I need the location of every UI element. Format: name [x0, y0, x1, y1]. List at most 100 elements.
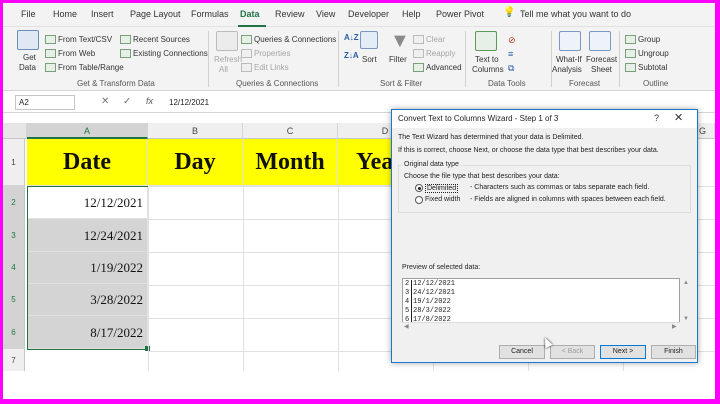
- menu-help[interactable]: Help: [402, 9, 421, 19]
- row-header-7[interactable]: 7: [3, 349, 25, 373]
- scroll-down-icon[interactable]: ▼: [683, 316, 689, 322]
- cancel-button[interactable]: Cancel: [499, 345, 545, 359]
- existing-connections-button[interactable]: Existing Connections: [120, 49, 208, 59]
- column-header-a[interactable]: A: [27, 123, 148, 139]
- confirm-entry-icon[interactable]: ✓: [123, 96, 131, 107]
- row-header-2[interactable]: 2: [3, 186, 25, 219]
- what-if-icon[interactable]: [559, 31, 581, 51]
- scroll-left-icon[interactable]: ◀: [404, 323, 409, 330]
- edit-links-button[interactable]: Edit Links: [241, 63, 289, 73]
- what-if-label-2[interactable]: Analysis: [552, 65, 582, 75]
- menu-formulas[interactable]: Formulas: [191, 9, 229, 19]
- menu-page-layout[interactable]: Page Layout: [130, 9, 181, 19]
- menu-file[interactable]: File: [21, 9, 36, 19]
- properties-icon: [241, 49, 252, 58]
- cell-c1[interactable]: Month: [243, 139, 338, 186]
- menu-developer[interactable]: Developer: [348, 9, 389, 19]
- refresh-icon[interactable]: [216, 31, 238, 51]
- reapply-icon: [413, 49, 424, 58]
- cell-b1[interactable]: Day: [148, 139, 243, 186]
- group-button[interactable]: Group: [625, 35, 660, 45]
- column-header-b[interactable]: B: [148, 123, 243, 139]
- row-header-4[interactable]: 4: [3, 252, 25, 284]
- clear-button[interactable]: Clear: [413, 35, 445, 45]
- select-all-corner[interactable]: [3, 123, 27, 139]
- close-button[interactable]: ✕: [674, 111, 683, 124]
- get-data-icon[interactable]: [17, 30, 39, 50]
- menu-review[interactable]: Review: [275, 9, 305, 19]
- forecast-sheet-label-2[interactable]: Sheet: [591, 65, 612, 75]
- menu-home[interactable]: Home: [53, 9, 77, 19]
- delimited-label[interactable]: Delimited: [425, 184, 459, 193]
- get-data-label-1[interactable]: Get: [23, 53, 36, 63]
- subtotal-button[interactable]: Subtotal: [625, 63, 667, 73]
- cell-a1[interactable]: Date: [27, 139, 148, 186]
- forecast-sheet-label-1[interactable]: Forecast: [586, 55, 617, 65]
- intro-line-2: If this is correct, choose Next, or choo…: [398, 147, 659, 154]
- name-box[interactable]: A2: [15, 95, 75, 110]
- next-button[interactable]: Next >: [600, 345, 646, 359]
- text-to-columns-dialog: Convert Text to Columns Wizard - Step 1 …: [391, 109, 698, 363]
- remove-duplicates-icon[interactable]: ≡: [508, 49, 513, 59]
- refresh-label-1[interactable]: Refresh: [214, 55, 242, 65]
- sort-icon[interactable]: [360, 31, 378, 49]
- text-to-columns-icon[interactable]: [475, 31, 497, 51]
- subtotal-icon: [625, 63, 636, 72]
- sort-za-icon[interactable]: Z↓A: [344, 51, 359, 61]
- funnel-icon[interactable]: ▼: [390, 31, 410, 51]
- row-header-1[interactable]: 1: [3, 139, 25, 186]
- table-icon: [45, 63, 56, 72]
- insert-function-icon[interactable]: fx: [146, 96, 153, 106]
- clear-filter-icon: [413, 35, 424, 44]
- text-to-columns-label-1[interactable]: Text to: [475, 55, 499, 65]
- finish-button[interactable]: Finish: [651, 345, 696, 359]
- text-to-columns-label-2[interactable]: Columns: [472, 65, 504, 75]
- choose-type-label: Choose the file type that best describes…: [404, 173, 560, 180]
- group-label-queries: Queries & Connections: [236, 79, 319, 88]
- row-header-5[interactable]: 5: [3, 284, 25, 316]
- fixed-width-label[interactable]: Fixed width: [425, 196, 460, 203]
- row-header-6[interactable]: 6: [3, 316, 25, 349]
- from-table-range-button[interactable]: From Table/Range: [45, 63, 124, 73]
- row-header-3[interactable]: 3: [3, 219, 25, 252]
- what-if-label-1[interactable]: What-If: [556, 55, 582, 65]
- sheet-tab-area: [3, 371, 715, 399]
- reapply-button[interactable]: Reapply: [413, 49, 455, 59]
- data-validation-icon[interactable]: ⊘: [508, 35, 516, 45]
- formula-input[interactable]: [165, 95, 395, 110]
- scroll-up-icon[interactable]: ▲: [683, 280, 689, 286]
- sort-button[interactable]: Sort: [362, 55, 377, 65]
- radio-delimited[interactable]: [415, 184, 423, 192]
- original-data-type-label: Original data type: [402, 161, 461, 168]
- group-label-sort-filter: Sort & Filter: [380, 79, 423, 88]
- menu-power-pivot[interactable]: Power Pivot: [436, 9, 484, 19]
- menu-insert[interactable]: Insert: [91, 9, 114, 19]
- refresh-label-2[interactable]: All: [219, 65, 228, 75]
- help-button[interactable]: ?: [654, 113, 659, 123]
- forecast-chart-icon[interactable]: [589, 31, 611, 51]
- sort-az-icon[interactable]: A↓Z: [344, 33, 359, 43]
- cancel-entry-icon[interactable]: ✕: [101, 96, 109, 107]
- relationships-icon[interactable]: ⧉: [508, 63, 514, 73]
- back-button[interactable]: < Back: [550, 345, 595, 359]
- properties-button[interactable]: Properties: [241, 49, 290, 59]
- get-data-label-2[interactable]: Data: [19, 63, 36, 73]
- radio-fixed-width[interactable]: [415, 196, 423, 204]
- preview-row: 2 12/12/2021: [405, 280, 456, 289]
- ungroup-button[interactable]: Ungroup: [625, 49, 669, 59]
- delimited-description: - Characters such as commas or tabs sepa…: [470, 184, 650, 191]
- tell-me-search[interactable]: Tell me what you want to do: [520, 9, 631, 19]
- ribbon-separator: [338, 31, 339, 87]
- ribbon-separator: [619, 31, 620, 87]
- recent-sources-button[interactable]: Recent Sources: [120, 35, 190, 45]
- filter-button[interactable]: Filter: [389, 55, 407, 65]
- preview-horizontal-scrollbar[interactable]: ◀ ▶: [402, 322, 680, 330]
- advanced-button[interactable]: Advanced: [413, 63, 462, 73]
- from-text-csv-button[interactable]: From Text/CSV: [45, 35, 112, 45]
- menu-data[interactable]: Data: [240, 9, 260, 19]
- menu-view[interactable]: View: [316, 9, 335, 19]
- queries-connections-button[interactable]: Queries & Connections: [241, 35, 336, 45]
- column-header-c[interactable]: C: [243, 123, 338, 139]
- from-web-button[interactable]: From Web: [45, 49, 95, 59]
- scroll-right-icon[interactable]: ▶: [672, 323, 677, 330]
